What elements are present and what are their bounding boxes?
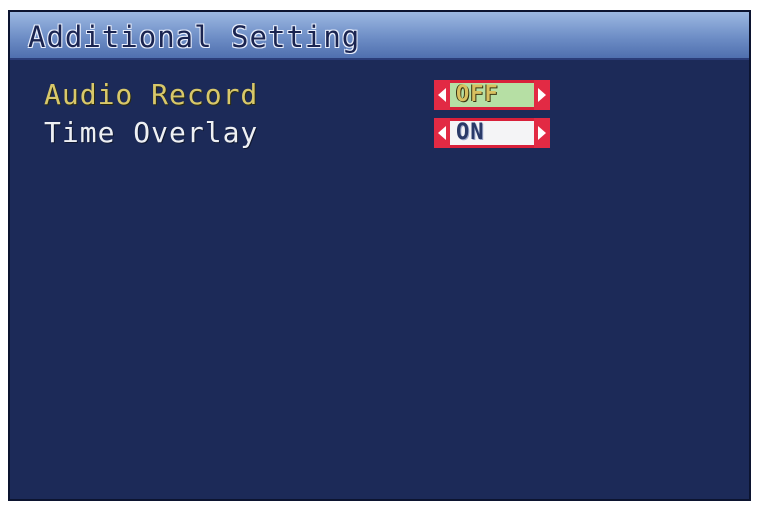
audio-record-value: OFF — [450, 83, 534, 107]
time-overlay-selector[interactable]: ON — [434, 118, 550, 148]
page-title: Additional Setting — [28, 20, 361, 54]
title-bar: Additional Setting — [10, 12, 749, 60]
time-overlay-value: ON — [450, 121, 534, 145]
osd-screen: Additional Setting Audio Record OFF Time… — [8, 10, 751, 501]
menu-item-audio-record[interactable]: Audio Record OFF — [44, 78, 724, 112]
arrow-left-icon[interactable] — [434, 80, 450, 110]
audio-record-label: Audio Record — [44, 78, 259, 111]
audio-record-selector[interactable]: OFF — [434, 80, 550, 110]
time-overlay-label: Time Overlay — [44, 116, 259, 149]
arrow-left-icon[interactable] — [434, 118, 450, 148]
menu-item-time-overlay[interactable]: Time Overlay ON — [44, 116, 724, 150]
arrow-right-icon[interactable] — [534, 118, 550, 148]
arrow-right-icon[interactable] — [534, 80, 550, 110]
